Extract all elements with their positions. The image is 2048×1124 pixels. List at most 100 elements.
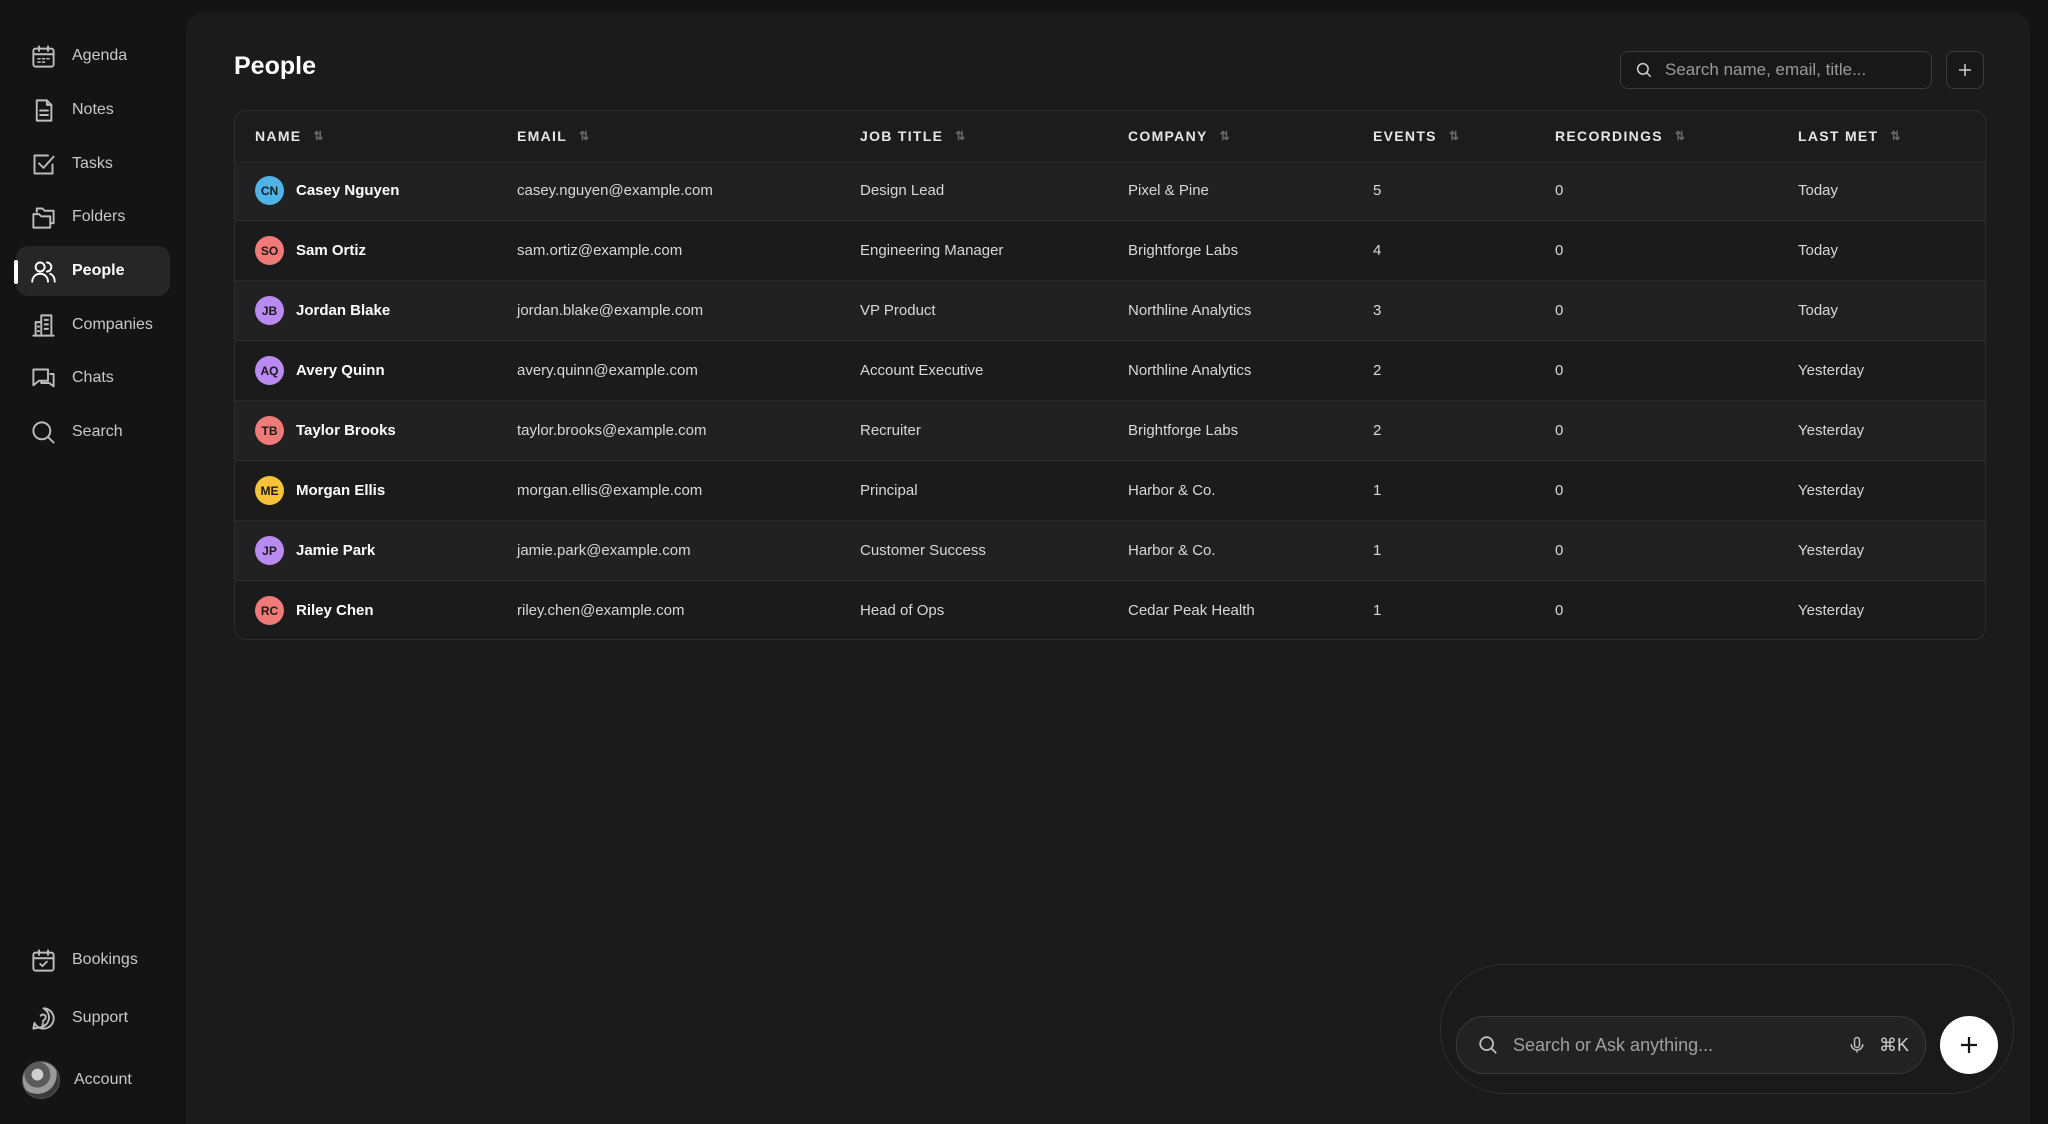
cell-last-met: Today <box>1798 281 1838 340</box>
cell-email: avery.quinn@example.com <box>517 341 698 400</box>
column-header-events[interactable]: EVENTS ⇅ <box>1373 111 1459 161</box>
cell-text: 0 <box>1555 422 1564 439</box>
sidebar-item-support[interactable]: Support <box>16 993 170 1043</box>
sidebar-item-bookings[interactable]: Bookings <box>16 935 170 985</box>
column-header-job-title[interactable]: JOB TITLE ⇅ <box>860 111 965 161</box>
cell-text: Yesterday <box>1798 482 1865 499</box>
avatar: SO <box>255 236 284 265</box>
microphone-icon[interactable] <box>1847 1035 1867 1055</box>
cell-text: Recruiter <box>860 422 921 439</box>
new-item-button[interactable] <box>1940 1016 1998 1074</box>
sidebar-item-label: Chats <box>72 369 114 386</box>
cell-name: ME Morgan Ellis <box>255 461 385 520</box>
cell-title: Head of Ops <box>860 581 944 639</box>
table-row[interactable]: ME Morgan Ellis morgan.ellis@example.com Pr… <box>235 461 1985 521</box>
cell-text: Harbor & Co. <box>1128 542 1216 559</box>
calendar-check-icon <box>28 945 58 975</box>
cell-text: Riley Chen <box>296 602 374 619</box>
plus-icon <box>1959 64 1971 76</box>
active-indicator <box>14 260 18 284</box>
table-row[interactable]: RC Riley Chen riley.chen@example.com Head o… <box>235 581 1985 639</box>
column-header-email[interactable]: EMAIL ⇅ <box>517 111 589 161</box>
cell-recordings: 0 <box>1555 461 1563 520</box>
cell-name: SO Sam Ortiz <box>255 221 366 280</box>
building-icon <box>28 310 58 340</box>
cell-last-met: Yesterday <box>1798 341 1864 400</box>
cell-company: Northline Analytics <box>1128 281 1251 340</box>
sidebar-item-label: Account <box>74 1071 132 1088</box>
sidebar-item-tasks[interactable]: Tasks <box>16 139 170 189</box>
table-row[interactable]: TB Taylor Brooks taylor.brooks@example.com… <box>235 401 1985 461</box>
sort-icon: ⇅ <box>1674 129 1685 143</box>
table-row[interactable]: JB Jordan Blake jordan.blake@example.com VP… <box>235 281 1985 341</box>
search-icon <box>28 417 58 447</box>
cell-last-met: Yesterday <box>1798 521 1864 580</box>
table-row[interactable]: AQ Avery Quinn avery.quinn@example.com Acco… <box>235 341 1985 401</box>
note-icon <box>28 95 58 125</box>
sidebar-item-folders[interactable]: Folders <box>16 192 170 242</box>
sidebar-item-label: Agenda <box>72 47 128 64</box>
cell-email: jamie.park@example.com <box>517 521 691 580</box>
column-header-name[interactable]: NAME ⇅ <box>255 111 323 161</box>
people-search-input[interactable]: Search name, email, title... <box>1620 51 1932 89</box>
sort-icon: ⇅ <box>1219 129 1230 143</box>
search-icon <box>1636 62 1652 78</box>
cell-recordings: 0 <box>1555 161 1563 220</box>
cell-text: Jamie Park <box>296 542 376 559</box>
cell-text: 2 <box>1373 422 1382 439</box>
cell-text: 2 <box>1373 362 1382 379</box>
cell-text: morgan.ellis@example.com <box>517 482 703 499</box>
cell-text: 3 <box>1373 302 1382 319</box>
cell-text: Principal <box>860 482 918 499</box>
ask-input[interactable]: Search or Ask anything... ⌘K <box>1456 1016 1926 1074</box>
sidebar-item-chats[interactable]: Chats <box>16 353 170 403</box>
cell-text: 0 <box>1555 182 1564 199</box>
cell-email: sam.ortiz@example.com <box>517 221 682 280</box>
cell-text: 0 <box>1555 242 1564 259</box>
sidebar-item-account[interactable]: Account <box>16 1055 170 1105</box>
cell-last-met: Yesterday <box>1798 461 1864 520</box>
sort-icon: ⇅ <box>579 129 590 143</box>
folder-icon <box>28 202 58 232</box>
add-person-button[interactable] <box>1946 51 1984 89</box>
search-icon <box>1479 1036 1497 1054</box>
cell-recordings: 0 <box>1555 401 1563 460</box>
cell-text: Sam Ortiz <box>296 242 367 259</box>
cell-text: Northline Analytics <box>1128 362 1252 379</box>
avatar: JB <box>255 296 284 325</box>
cell-events: 1 <box>1373 461 1381 520</box>
table-header: NAME ⇅ EMAIL ⇅ JOB TITLE ⇅ COMPANY ⇅ EVENTS ⇅… <box>235 111 1985 162</box>
cell-recordings: 0 <box>1555 221 1563 280</box>
cell-text: 5 <box>1373 182 1382 199</box>
table-row[interactable]: JP Jamie Park jamie.park@example.com Custom… <box>235 521 1985 581</box>
cell-text: jamie.park@example.com <box>517 542 691 559</box>
cell-text: riley.chen@example.com <box>517 602 685 619</box>
column-header-company[interactable]: COMPANY ⇅ <box>1128 111 1230 161</box>
ask-placeholder: Search or Ask anything... <box>1513 1034 1714 1055</box>
cell-text: Brightforge Labs <box>1128 242 1239 259</box>
sidebar-item-agenda[interactable]: Agenda <box>16 31 170 81</box>
cell-text: 4 <box>1373 242 1382 259</box>
cell-name: AQ Avery Quinn <box>255 341 385 400</box>
cell-text: VP Product <box>860 302 936 319</box>
cell-title: Principal <box>860 461 918 520</box>
cell-text: casey.nguyen@example.com <box>517 182 713 199</box>
cell-text: avery.quinn@example.com <box>517 362 698 379</box>
column-header-recordings[interactable]: RECORDINGS ⇅ <box>1555 111 1685 161</box>
cell-company: Brightforge Labs <box>1128 221 1238 280</box>
sidebar-item-companies[interactable]: Companies <box>16 300 170 350</box>
sidebar-item-people[interactable]: People <box>16 246 170 296</box>
column-header-last-met[interactable]: LAST MET ⇅ <box>1798 111 1900 161</box>
cell-last-met: Yesterday <box>1798 581 1864 639</box>
cell-text: 1 <box>1373 602 1382 619</box>
sidebar-item-search[interactable]: Search <box>16 407 170 457</box>
sidebar-item-label: Support <box>72 1009 129 1026</box>
sort-icon: ⇅ <box>1448 129 1459 143</box>
sidebar-item-label: Folders <box>72 208 126 225</box>
cell-recordings: 0 <box>1555 341 1563 400</box>
table-row[interactable]: SO Sam Ortiz sam.ortiz@example.com Engineer… <box>235 221 1985 281</box>
cell-text: 0 <box>1555 362 1564 379</box>
cell-text: jordan.blake@example.com <box>517 302 704 319</box>
sidebar-item-notes[interactable]: Notes <box>16 85 170 135</box>
table-row[interactable]: CN Casey Nguyen casey.nguyen@example.com De… <box>235 161 1985 221</box>
